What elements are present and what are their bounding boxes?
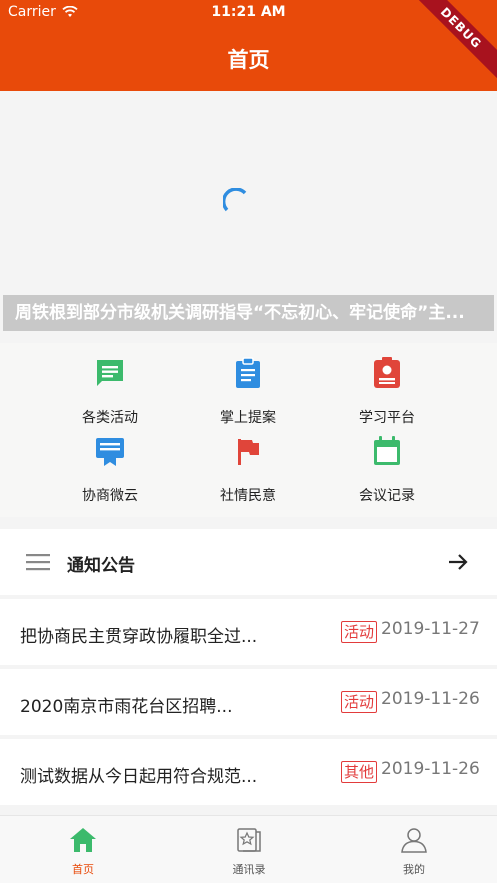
- tab-mine[interactable]: 我的: [331, 816, 497, 883]
- grid-item-label: 各类活动: [82, 410, 138, 426]
- grid-item-public-opinion[interactable]: 社情民意: [178, 429, 318, 504]
- tab-label: 我的: [403, 863, 425, 876]
- notice-item-tag: 活动: [341, 691, 378, 713]
- notice-title: 通知公告: [67, 556, 135, 576]
- home-icon: [70, 828, 96, 852]
- notice-item-tag: 其他: [341, 761, 378, 783]
- notice-item-date: 2019-11-27: [381, 619, 480, 639]
- grid-item-label: 掌上提案: [220, 410, 276, 426]
- clipboard-icon: [236, 357, 260, 388]
- notice-list-item[interactable]: 2020南京市雨花台区招聘... 活动 2019-11-26: [0, 669, 497, 735]
- grid-item-label: 会议记录: [359, 488, 415, 504]
- notice-item-date: 2019-11-26: [381, 759, 480, 779]
- notice-item-tag: 活动: [341, 621, 378, 643]
- notice-list-item[interactable]: 把协商民主贯穿政协履职全过... 活动 2019-11-27: [0, 599, 497, 665]
- arrow-right-icon[interactable]: [446, 550, 470, 574]
- tab-contacts[interactable]: 通讯录: [166, 816, 332, 883]
- notice-list-item[interactable]: 测试数据从今日起用符合规范... 其他 2019-11-26: [0, 739, 497, 805]
- grid-item-proposal[interactable]: 掌上提案: [178, 351, 318, 426]
- grid-item-study[interactable]: 学习平台: [317, 351, 457, 426]
- grid-item-label: 社情民意: [220, 488, 276, 504]
- grid-item-cloud[interactable]: 协商微云: [40, 429, 180, 504]
- status-time: 11:21 AM: [211, 4, 286, 20]
- page-title: 首页: [227, 48, 270, 72]
- tab-home[interactable]: 首页: [0, 816, 166, 883]
- notice-item-title: 2020南京市雨花台区招聘...: [20, 697, 233, 717]
- tv-badge-icon: [96, 438, 124, 466]
- notice-item-title: 把协商民主贯穿政协履职全过...: [20, 627, 258, 647]
- feature-grid: 各类活动 掌上提案 学习平台 协商微云 社情民意 会议记录: [0, 343, 497, 517]
- id-card-icon: [374, 357, 400, 388]
- loading-spinner-icon: [223, 188, 247, 212]
- menu-icon: [26, 554, 50, 571]
- banner-caption[interactable]: 周铁根到部分市级机关调研指导“不忘初心、牢记使命”主...: [3, 295, 494, 331]
- top-header: Carrier 11:21 AM 首页 DEBUG: [0, 0, 497, 91]
- contacts-icon: [237, 828, 261, 852]
- chat-bubble-icon: [97, 360, 123, 386]
- grid-item-meeting[interactable]: 会议记录: [317, 429, 457, 504]
- grid-item-label: 学习平台: [359, 410, 415, 426]
- notice-item-title: 测试数据从今日起用符合规范...: [20, 767, 258, 787]
- app-root: Carrier 11:21 AM 首页 DEBUG 周铁根到部分市级机关调研指导…: [0, 0, 497, 883]
- notice-section-header: 通知公告: [0, 529, 497, 595]
- grid-item-label: 协商微云: [82, 488, 138, 504]
- calendar-icon: [374, 436, 400, 465]
- user-icon: [401, 828, 427, 853]
- tab-label: 通讯录: [232, 863, 266, 876]
- bottom-tab-bar: 首页 通讯录 我的: [0, 815, 497, 883]
- flag-icon: [238, 439, 259, 465]
- notice-item-date: 2019-11-26: [381, 689, 480, 709]
- tab-label: 首页: [72, 863, 94, 876]
- grid-item-activities[interactable]: 各类活动: [40, 351, 180, 426]
